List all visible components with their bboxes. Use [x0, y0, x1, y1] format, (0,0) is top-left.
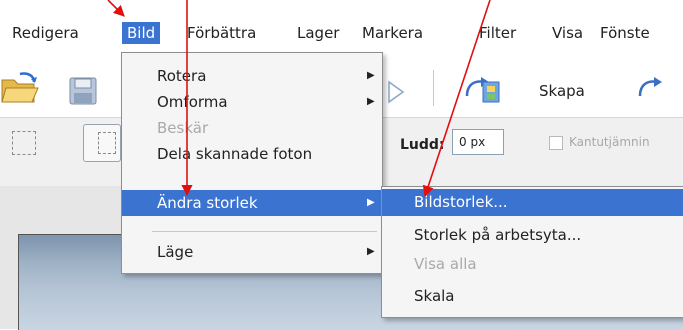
menu-item-label: Dela skannade foton: [157, 145, 313, 163]
submenu-item-label: Storlek på arbetsyta...: [414, 226, 582, 244]
feather-label: Ludd:: [400, 137, 445, 153]
menu-forbattra[interactable]: Förbättra: [187, 22, 256, 44]
submenu-arrow-icon: ▶: [367, 70, 375, 81]
submenu-item-skala[interactable]: Skala: [382, 283, 683, 310]
submenu-item-bildstorlek[interactable]: Bildstorlek...: [382, 189, 683, 216]
toolbar-separator: [433, 70, 434, 106]
share-icon[interactable]: [638, 74, 683, 108]
menu-item-lage[interactable]: Läge ▶: [122, 239, 382, 265]
save-disk-icon[interactable]: [68, 76, 98, 106]
menu-item-omforma[interactable]: Omforma ▶: [122, 89, 382, 115]
menu-markera[interactable]: Markera: [362, 22, 423, 44]
menu-redigera[interactable]: Redigera: [12, 22, 79, 44]
menu-item-label: Ändra storlek: [157, 194, 258, 212]
menu-item-label: Beskär: [157, 119, 209, 137]
submenu-item-label: Bildstorlek...: [414, 193, 508, 211]
open-folder-icon[interactable]: [0, 70, 40, 106]
rect-marquee-icon[interactable]: [12, 131, 36, 155]
menu-fonster[interactable]: Fönste: [600, 22, 650, 44]
frame-selection-button[interactable]: [83, 124, 121, 162]
create-project-icon[interactable]: [465, 74, 535, 108]
submenu-arrow-icon: ▶: [367, 246, 375, 257]
submenu-item-storlek-pa-arbetsyta[interactable]: Storlek på arbetsyta...: [382, 222, 683, 249]
submenu-arrow-icon: ▶: [367, 197, 375, 208]
menu-item-andra-storlek[interactable]: Ändra storlek ▶: [122, 190, 382, 216]
menu-visa[interactable]: Visa: [552, 22, 583, 44]
share-icon[interactable]: [385, 78, 407, 106]
menu-item-rotera[interactable]: Rotera ▶: [122, 63, 382, 89]
antialias-label: Kantutjämnin: [569, 135, 650, 149]
menu-item-dela-skannade-foton[interactable]: Dela skannade foton: [122, 141, 382, 167]
menu-item-beskar: Beskär: [122, 115, 382, 141]
submenu-item-label: Visa alla: [414, 255, 477, 273]
menu-filter[interactable]: Filter: [479, 22, 516, 44]
create-button-label[interactable]: Skapa: [539, 82, 585, 100]
menu-item-label: Rotera: [157, 67, 207, 85]
menu-item-label: Omforma: [157, 93, 228, 111]
antialias-checkbox[interactable]: [549, 136, 563, 150]
menu-separator: [152, 231, 377, 232]
submenu-item-visa-alla: Visa alla: [382, 251, 683, 278]
submenu-arrow-icon: ▶: [367, 96, 375, 107]
feather-input[interactable]: 0 px: [452, 129, 504, 155]
menu-lager[interactable]: Lager: [297, 22, 339, 44]
menu-item-label: Läge: [157, 243, 194, 261]
resize-submenu: Bildstorlek... Storlek på arbetsyta... V…: [381, 186, 683, 318]
image-menu: Rotera ▶ Omforma ▶ Beskär Dela skannade …: [121, 52, 383, 274]
menu-bild[interactable]: Bild: [122, 22, 161, 44]
frame-selection-icon: [98, 132, 116, 154]
submenu-item-label: Skala: [414, 287, 455, 305]
